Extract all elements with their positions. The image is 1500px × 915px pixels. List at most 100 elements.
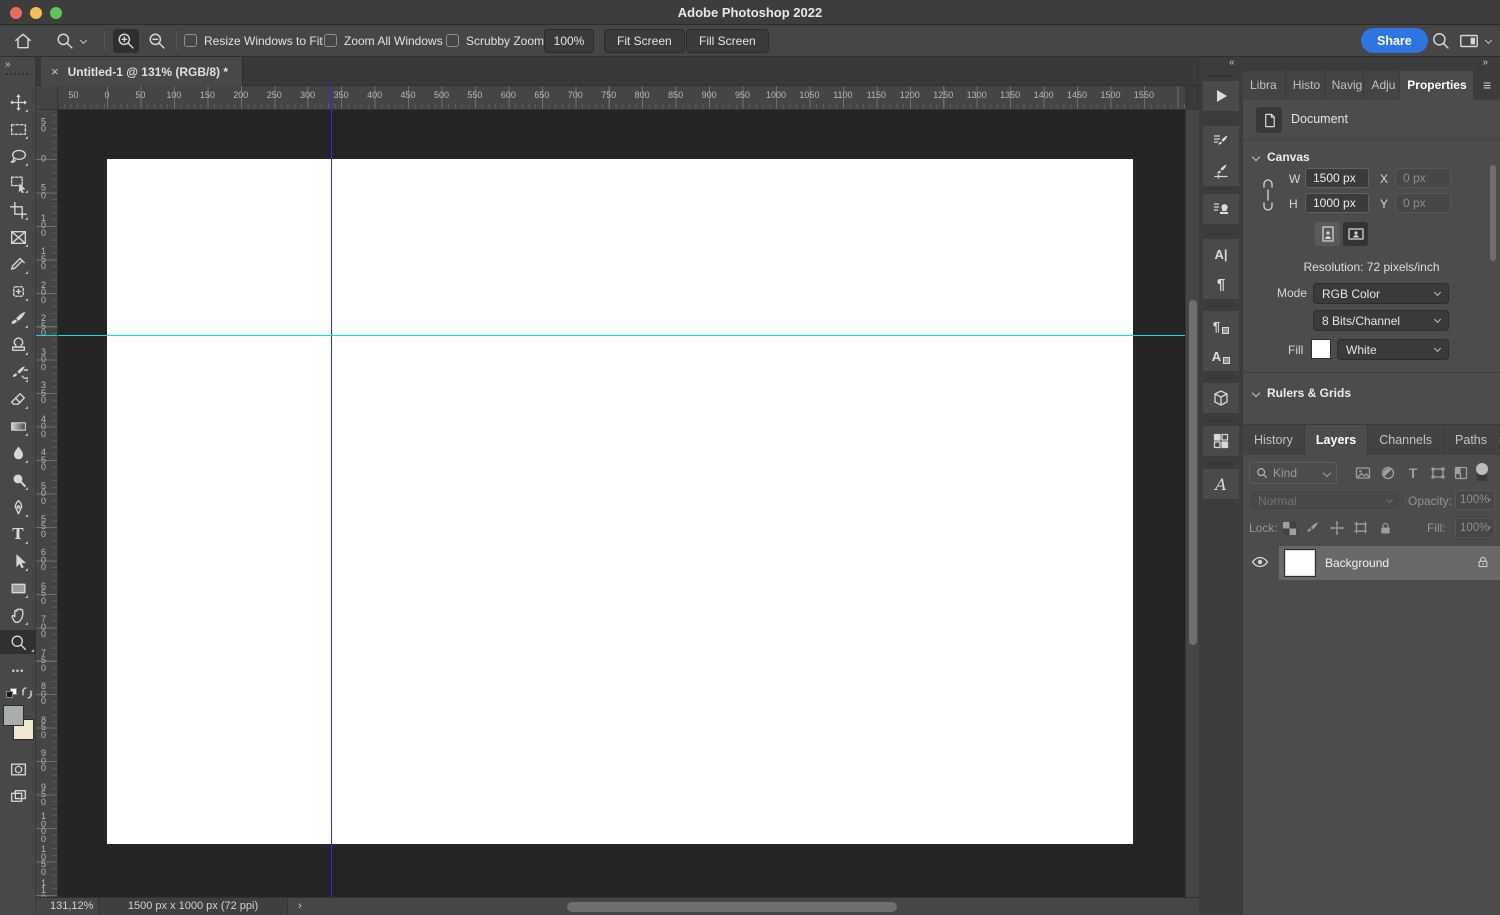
tab-channels[interactable]: Channels: [1368, 425, 1443, 455]
layer-name[interactable]: Background: [1325, 556, 1389, 570]
drag-grip[interactable]: [1209, 305, 1233, 307]
tool-history-brush[interactable]: [6, 360, 30, 384]
canvas-viewport[interactable]: [58, 110, 1185, 897]
tab-paths[interactable]: Paths: [1444, 425, 1498, 455]
filter-pixel-layers-icon[interactable]: [1353, 463, 1373, 483]
lock-artboard-icon[interactable]: [1351, 518, 1371, 538]
share-button[interactable]: Share: [1361, 28, 1428, 53]
tool-frame[interactable]: [6, 225, 30, 249]
ruler-origin-corner[interactable]: [36, 86, 58, 110]
drag-grip[interactable]: [6, 73, 30, 75]
canvas[interactable]: [107, 159, 1133, 844]
tool-path-selection[interactable]: [6, 549, 30, 573]
landscape-orientation-button[interactable]: [1343, 222, 1368, 246]
home-button[interactable]: [10, 25, 36, 56]
vertical-scrollbar-thumb[interactable]: [1189, 300, 1197, 645]
blend-mode-dropdown[interactable]: Normal: [1249, 490, 1401, 511]
lock-pixels-icon[interactable]: [1303, 518, 1323, 538]
quick-mask-button[interactable]: [6, 757, 30, 781]
paragraph-panel-button[interactable]: ¶: [1203, 269, 1239, 299]
brushes-panel-button[interactable]: [1203, 156, 1239, 186]
status-options-chevron[interactable]: ›: [298, 900, 302, 912]
portrait-orientation-button[interactable]: [1315, 222, 1340, 246]
expand-panels-icon[interactable]: »: [1482, 57, 1488, 68]
layer-row-background[interactable]: Background: [1243, 546, 1500, 580]
paragraph-styles-panel-button[interactable]: ¶: [1203, 311, 1239, 341]
tab-history[interactable]: History: [1243, 425, 1304, 455]
tab-layers[interactable]: Layers: [1305, 425, 1367, 455]
tool-lasso[interactable]: [6, 144, 30, 168]
layer-thumbnail[interactable]: [1285, 550, 1315, 576]
tab-navigator[interactable]: Navig: [1325, 71, 1364, 100]
clone-source-panel-button[interactable]: [1203, 194, 1239, 224]
document-tab[interactable]: × Untitled-1 @ 131% (RGB/8) *: [41, 57, 243, 86]
workspace-switcher[interactable]: [1456, 25, 1491, 56]
zoom-percent-field[interactable]: 100%: [544, 29, 594, 53]
tool-zoom[interactable]: [0, 630, 36, 654]
patterns-panel-button[interactable]: [1203, 426, 1239, 456]
fill-color-swatch[interactable]: [1311, 339, 1331, 359]
horizontal-ruler[interactable]: 5005010015020025030035040045050055060065…: [58, 86, 1185, 110]
vertical-ruler[interactable]: 1005005010015020025030035040045050055060…: [36, 110, 58, 897]
width-field[interactable]: 1500 px: [1305, 168, 1369, 188]
filter-shape-layers-icon[interactable]: [1428, 463, 1448, 483]
tool-brush[interactable]: [6, 306, 30, 330]
height-field[interactable]: 1000 px: [1305, 193, 1369, 213]
y-field[interactable]: 0 px: [1395, 193, 1451, 213]
zoom-out-button[interactable]: [144, 25, 170, 56]
character-panel-button[interactable]: A|: [1203, 239, 1239, 269]
zoom-in-button[interactable]: [113, 29, 139, 53]
character-styles-panel-button[interactable]: A: [1203, 341, 1239, 371]
tool-pen[interactable]: [6, 495, 30, 519]
color-mode-dropdown[interactable]: RGB Color: [1313, 283, 1449, 304]
opacity-field[interactable]: 100%: [1455, 490, 1495, 510]
panel-menu-icon[interactable]: ≡: [1474, 71, 1500, 100]
screen-mode-button[interactable]: [6, 784, 30, 808]
fill-dropdown[interactable]: White: [1337, 339, 1449, 360]
layer-visibility-eye-icon[interactable]: [1251, 554, 1271, 572]
fit-screen-button[interactable]: Fit Screen: [604, 29, 685, 53]
canvas-section-header[interactable]: Canvas: [1253, 150, 1310, 164]
actions-panel-button[interactable]: [1203, 81, 1239, 111]
drag-grip[interactable]: [1209, 75, 1233, 77]
tab-adjustments[interactable]: Adju: [1364, 71, 1399, 100]
tools-panel-header[interactable]: »: [0, 57, 36, 85]
status-zoom-field[interactable]: 131,12%: [50, 900, 93, 912]
vertical-scrollbar[interactable]: [1185, 110, 1199, 897]
brush-settings-panel-button[interactable]: [1203, 126, 1239, 156]
link-dimensions-icon[interactable]: [1261, 178, 1275, 212]
close-tab-icon[interactable]: ×: [51, 64, 59, 79]
scrubby-zoom-checkbox[interactable]: Scrubby Zoom: [446, 25, 544, 56]
tool-blur[interactable]: [6, 441, 30, 465]
horizontal-guide[interactable]: [58, 335, 1185, 336]
lock-transparency-icon[interactable]: [1279, 518, 1299, 538]
tool-gradient[interactable]: [6, 414, 30, 438]
filter-adjustment-layers-icon[interactable]: [1378, 463, 1398, 483]
tool-rectangular-marquee[interactable]: [6, 117, 30, 141]
tool-crop[interactable]: [6, 198, 30, 222]
layer-filter-toggle[interactable]: [1476, 463, 1488, 481]
fill-field[interactable]: 100%: [1455, 518, 1495, 538]
tool-move[interactable]: [6, 90, 30, 114]
bit-depth-dropdown[interactable]: 8 Bits/Channel: [1313, 310, 1449, 331]
tool-dodge[interactable]: [6, 468, 30, 492]
glyphs-panel-button[interactable]: A: [1203, 469, 1239, 499]
collapse-tools-icon[interactable]: »: [5, 59, 10, 70]
lock-position-icon[interactable]: [1327, 518, 1347, 538]
tool-clone-stamp[interactable]: [6, 333, 30, 357]
horizontal-scrollbar-thumb[interactable]: [567, 902, 897, 912]
layer-filter-kind-dropdown[interactable]: Kind: [1249, 462, 1337, 484]
drag-grip[interactable]: [1209, 233, 1233, 235]
layer-lock-icon[interactable]: [1476, 555, 1490, 572]
filter-smart-objects-icon[interactable]: [1451, 463, 1471, 483]
resize-windows-checkbox[interactable]: Resize Windows to Fit: [184, 25, 323, 56]
swap-colors-button[interactable]: [20, 686, 34, 703]
zoom-all-windows-checkbox[interactable]: Zoom All Windows: [324, 25, 443, 56]
materials-panel-button[interactable]: [1203, 383, 1239, 413]
rulers-grids-section-header[interactable]: Rulers & Grids: [1253, 386, 1351, 400]
lock-all-icon[interactable]: [1375, 518, 1395, 538]
tool-eraser[interactable]: [6, 387, 30, 411]
tab-histogram[interactable]: Histo: [1286, 71, 1324, 100]
x-field[interactable]: 0 px: [1395, 168, 1451, 188]
tool-edit-toolbar[interactable]: •••: [6, 659, 30, 683]
